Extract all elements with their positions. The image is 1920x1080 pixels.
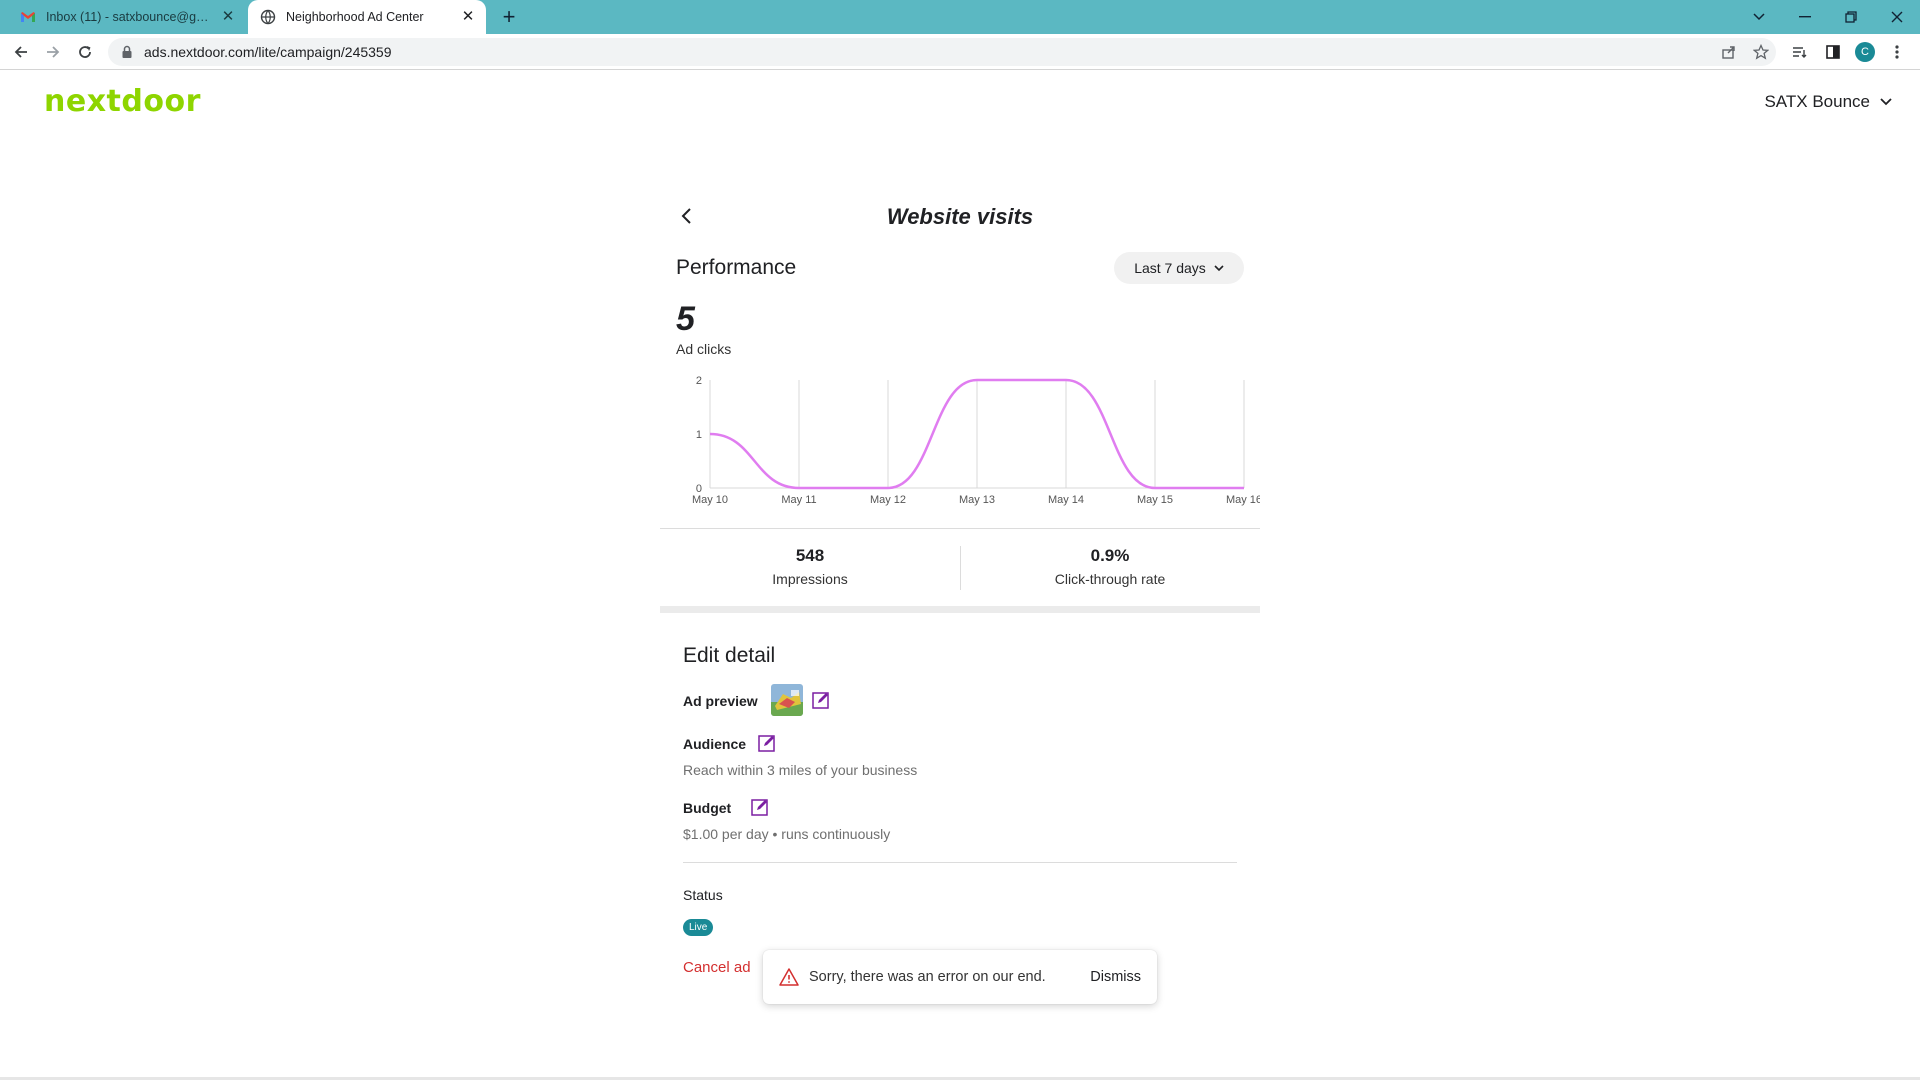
x-tick-label: May 15 xyxy=(1137,494,1173,506)
x-tick-label: May 14 xyxy=(1048,494,1084,506)
ad-clicks-label: Ad clicks xyxy=(676,341,732,357)
ctr-stat: 0.9% Click-through rate xyxy=(960,546,1260,587)
status-badge: Live xyxy=(683,919,714,936)
budget-value: $1.00 per day • runs continuously xyxy=(683,826,891,842)
warning-icon xyxy=(779,968,799,986)
ctr-label: Click-through rate xyxy=(1054,571,1166,587)
forward-arrow-icon[interactable] xyxy=(42,41,64,63)
gmail-icon xyxy=(21,12,35,22)
tab-title: Inbox (11) - satxbounce@gmail.com xyxy=(46,10,214,24)
ctr-value: 0.9% xyxy=(1090,546,1130,565)
close-tab-icon[interactable]: ✕ xyxy=(220,9,236,25)
ad-clicks-value: 5 xyxy=(676,300,695,338)
menu-kebab-icon[interactable] xyxy=(1886,41,1908,63)
edit-audience-icon[interactable] xyxy=(757,733,777,753)
y-tick-label: 1 xyxy=(696,429,702,441)
dismiss-button[interactable]: Dismiss xyxy=(1090,969,1141,985)
ad-clicks-chart: 0 1 2 May 10 May 11 May 12 May 13 May 14 May 15 M… xyxy=(660,368,1260,518)
x-tick-label: May 16 xyxy=(1226,494,1260,506)
performance-heading: Performance xyxy=(676,256,797,279)
page-title: Website visits xyxy=(886,204,1034,229)
account-menu[interactable]: SATX Bounce xyxy=(1764,92,1892,112)
x-tick-label: May 11 xyxy=(781,494,816,506)
status-label: Status xyxy=(683,887,723,903)
date-range-dropdown[interactable]: Last 7 days xyxy=(1114,252,1244,284)
restore-button[interactable] xyxy=(1828,0,1874,34)
profile-initial: C xyxy=(1855,42,1875,62)
profile-avatar[interactable]: C xyxy=(1854,41,1876,63)
close-tab-icon[interactable]: ✕ xyxy=(460,9,476,25)
close-window-button[interactable] xyxy=(1874,0,1920,34)
ad-preview-label: Ad preview xyxy=(683,693,758,709)
edit-detail-heading: Edit detail xyxy=(683,644,776,667)
date-range-label: Last 7 days xyxy=(1134,260,1206,276)
browser-toolbar: ads.nextdoor.com/lite/campaign/245359 C xyxy=(0,34,1920,70)
address-bar[interactable]: ads.nextdoor.com/lite/campaign/245359 xyxy=(108,38,1776,66)
minimize-button[interactable] xyxy=(1782,0,1828,34)
audience-label: Audience xyxy=(683,736,747,752)
impressions-stat: 548 Impressions xyxy=(660,546,960,587)
reading-list-icon[interactable] xyxy=(1788,41,1810,63)
audience-value: Reach within 3 miles of your business xyxy=(683,762,918,778)
x-tick-label: May 12 xyxy=(870,494,906,506)
side-panel-icon[interactable] xyxy=(1822,41,1844,63)
impressions-value: 548 xyxy=(795,546,825,565)
chevron-down-icon xyxy=(1214,264,1224,271)
url-text: ads.nextdoor.com/lite/campaign/245359 xyxy=(144,44,392,60)
tab-search-icon[interactable] xyxy=(1736,0,1782,34)
error-toast: Sorry, there was an error on our end. Di… xyxy=(763,950,1157,1004)
new-tab-button[interactable]: + xyxy=(498,6,520,28)
impressions-label: Impressions xyxy=(772,571,848,587)
budget-label: Budget xyxy=(683,800,732,816)
tab-ad-center[interactable]: Neighborhood Ad Center ✕ xyxy=(248,0,486,34)
edit-ad-preview-icon[interactable] xyxy=(811,690,831,710)
nextdoor-logo[interactable]: nextdoor xyxy=(44,84,201,119)
browser-tabstrip: Inbox (11) - satxbounce@gmail.com ✕ Neig… xyxy=(0,0,1920,34)
divider xyxy=(683,862,1237,863)
reload-icon[interactable] xyxy=(74,41,96,63)
divider xyxy=(660,528,1260,529)
x-tick-label: May 10 xyxy=(692,494,728,506)
ad-preview-thumbnail[interactable] xyxy=(771,684,803,716)
bookmark-star-icon[interactable] xyxy=(1750,41,1772,63)
lock-icon xyxy=(122,45,132,58)
globe-icon xyxy=(260,9,276,25)
edit-budget-icon[interactable] xyxy=(750,797,770,817)
back-arrow-icon[interactable] xyxy=(10,41,32,63)
section-divider xyxy=(660,606,1260,613)
account-name: SATX Bounce xyxy=(1764,92,1870,111)
tab-title: Neighborhood Ad Center xyxy=(286,10,424,24)
tab-gmail[interactable]: Inbox (11) - satxbounce@gmail.com ✕ xyxy=(8,0,246,34)
x-tick-label: May 13 xyxy=(959,494,995,506)
chevron-down-icon xyxy=(1880,98,1892,106)
y-tick-label: 2 xyxy=(696,375,702,387)
toast-message: Sorry, there was an error on our end. xyxy=(809,969,1046,985)
cancel-ad-button[interactable]: Cancel ad xyxy=(683,959,751,976)
chart-svg: 012May 10 May 11 May 12 May 13 May 14 May 15 M… xyxy=(692,375,1260,506)
share-icon[interactable] xyxy=(1718,41,1740,63)
